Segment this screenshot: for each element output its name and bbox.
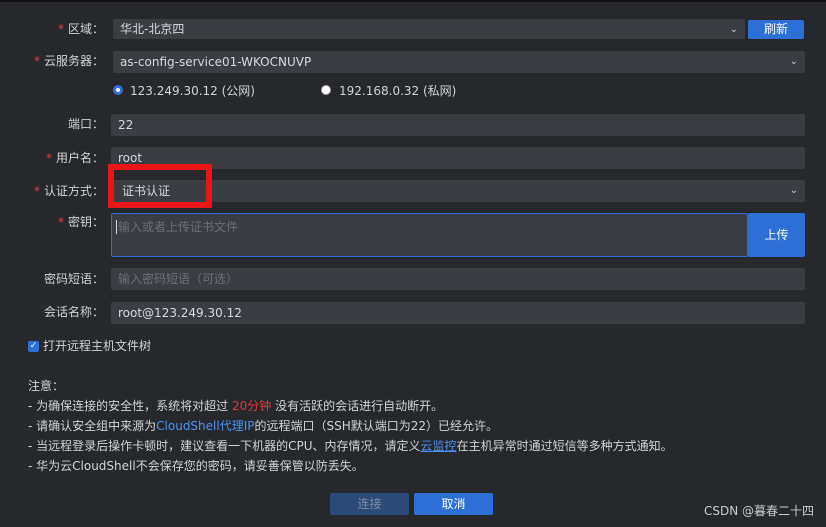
username-label: * 用户名： xyxy=(45,151,104,165)
radio-private-ip-label: 192.168.0.32 (私网) xyxy=(339,84,457,98)
cloudshell-proxy-ip-link[interactable]: CloudShell代理IP xyxy=(156,419,254,433)
session-name-label: 会话名称： xyxy=(43,305,104,319)
auth-method-select[interactable]: 证书认证 ⌄ xyxy=(111,180,805,202)
port-label: 端口： xyxy=(67,117,104,131)
note-line-3: - 当远程登录后操作卡顿时，建议查看一下机器的CPU、内存情况，请定义云监控在主… xyxy=(28,439,673,453)
cancel-button[interactable]: 取消 xyxy=(414,493,493,515)
notes-title: 注意： xyxy=(28,379,65,393)
key-placeholder: 输入或者上传证书文件 xyxy=(118,220,239,234)
username-input[interactable]: root xyxy=(111,147,805,169)
open-tree-label: 打开远程主机文件树 xyxy=(43,339,152,353)
key-textarea[interactable]: 输入或者上传证书文件 xyxy=(111,213,748,257)
radio-private-ip[interactable] xyxy=(321,85,331,95)
text-cursor xyxy=(116,220,117,234)
radio-public-ip[interactable] xyxy=(113,85,123,95)
auth-method-label: * 认证方式： xyxy=(33,184,104,198)
key-label: * 密钥： xyxy=(57,215,104,229)
server-label: * 云服务器： xyxy=(33,54,104,68)
refresh-button[interactable]: 刷新 xyxy=(748,20,804,39)
note-line-4: - 华为云CloudShell不会保存您的密码，请妥善保管以防丢失。 xyxy=(28,459,364,473)
notes-section: 注意： - 为确保连接的安全性，系统将对超过 20分钟 没有活跃的会话进行自动断… xyxy=(28,376,673,476)
highlight-box xyxy=(108,164,212,208)
connect-button[interactable]: 连接 xyxy=(330,493,409,515)
open-tree-checkbox[interactable]: ✓ xyxy=(28,341,39,352)
region-select[interactable]: 华北-北京四 ⌄ xyxy=(113,19,745,39)
radio-public-ip-label: 123.249.30.12 (公网) xyxy=(130,84,255,98)
chevron-down-icon: ⌄ xyxy=(789,56,798,67)
note-line-1: - 为确保连接的安全性，系统将对超过 20分钟 没有活跃的会话进行自动断开。 xyxy=(28,399,444,413)
cloud-monitor-link[interactable]: 云监控 xyxy=(421,439,457,453)
server-select[interactable]: as-config-service01-WKOCNUVP ⌄ xyxy=(113,51,805,73)
port-input[interactable]: 22 xyxy=(111,114,805,136)
upload-button[interactable]: 上传 xyxy=(748,213,805,257)
region-label: * 区域： xyxy=(57,22,104,36)
chevron-down-icon: ⌄ xyxy=(729,24,738,35)
chevron-down-icon: ⌄ xyxy=(789,185,798,196)
session-name-input[interactable]: root@123.249.30.12 xyxy=(111,302,805,324)
watermark: CSDN @暮春二十四 xyxy=(703,504,814,518)
passphrase-label: 密码短语： xyxy=(43,272,104,286)
note-line-2: - 请确认安全组中来源为CloudShell代理IP的远程端口（SSH默认端口为… xyxy=(28,419,499,433)
passphrase-input[interactable]: 输入密码短语（可选） xyxy=(111,268,805,290)
top-border xyxy=(0,0,826,2)
